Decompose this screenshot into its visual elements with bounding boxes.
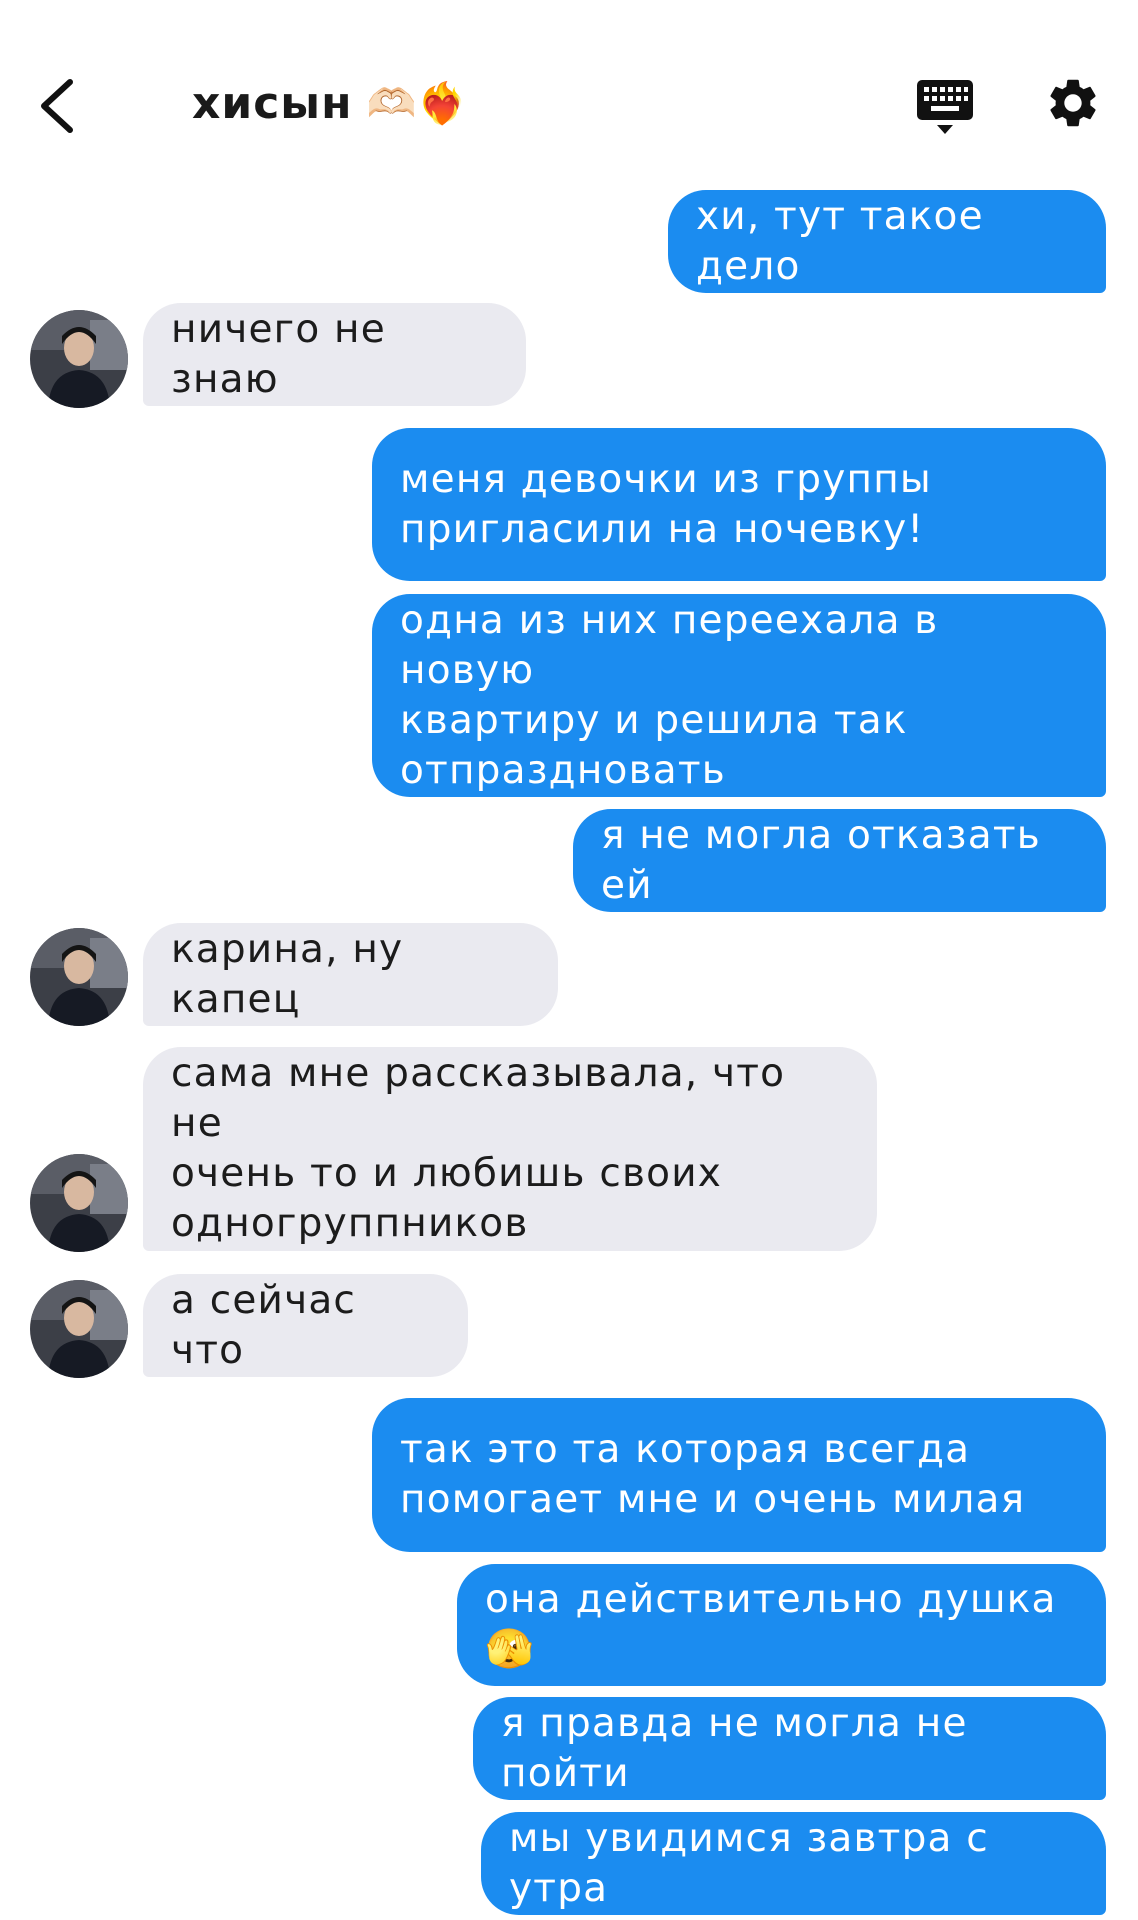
- message-text: хи, тут такое дело: [696, 193, 984, 289]
- message-text: ничего не знаю: [171, 306, 386, 402]
- message-list: хи, тут такое дело ничего не знаю меня д…: [0, 0, 1138, 1920]
- message-text: сама мне рассказывала, что не очень то и…: [171, 1051, 786, 1246]
- message-text: одна из них переехала в новую квартиру и…: [400, 597, 939, 793]
- message-bubble-outgoing[interactable]: мы увидимся завтра с утра: [481, 1812, 1106, 1915]
- message-text: она действительно душка 🫣: [485, 1577, 1057, 1672]
- message-text: я правда не могла не пойти: [501, 1700, 968, 1796]
- message-bubble-incoming[interactable]: карина, ну капец: [143, 923, 558, 1026]
- message-bubble-outgoing[interactable]: одна из них переехала в новую квартиру и…: [372, 594, 1106, 797]
- message-text: я не могла отказать ей: [601, 812, 1041, 908]
- message-bubble-outgoing[interactable]: хи, тут такое дело: [668, 190, 1106, 293]
- message-bubble-outgoing[interactable]: я правда не могла не пойти: [473, 1697, 1106, 1800]
- message-bubble-outgoing[interactable]: я не могла отказать ей: [573, 809, 1106, 912]
- avatar-image: [30, 1154, 128, 1252]
- message-bubble-incoming[interactable]: ничего не знаю: [143, 303, 526, 406]
- avatar[interactable]: [30, 1280, 128, 1378]
- message-text: так это та которая всегда помогает мне и…: [400, 1427, 1026, 1522]
- avatar-image: [30, 1280, 128, 1378]
- message-bubble-incoming[interactable]: а сейчас что: [143, 1274, 468, 1377]
- avatar[interactable]: [30, 310, 128, 408]
- message-text: мы увидимся завтра с утра: [509, 1815, 989, 1911]
- message-text: а сейчас что: [171, 1277, 357, 1373]
- message-bubble-outgoing[interactable]: так это та которая всегда помогает мне и…: [372, 1398, 1106, 1552]
- message-bubble-outgoing[interactable]: она действительно душка 🫣: [457, 1564, 1106, 1686]
- message-bubble-outgoing[interactable]: меня девочки из группы пригласили на ноч…: [372, 428, 1106, 581]
- avatar-image: [30, 928, 128, 1026]
- message-bubble-incoming[interactable]: сама мне рассказывала, что не очень то и…: [143, 1047, 877, 1251]
- avatar[interactable]: [30, 928, 128, 1026]
- message-text: меня девочки из группы пригласили на ноч…: [400, 456, 932, 552]
- avatar[interactable]: [30, 1154, 128, 1252]
- avatar-image: [30, 310, 128, 408]
- message-text: карина, ну капец: [171, 926, 404, 1022]
